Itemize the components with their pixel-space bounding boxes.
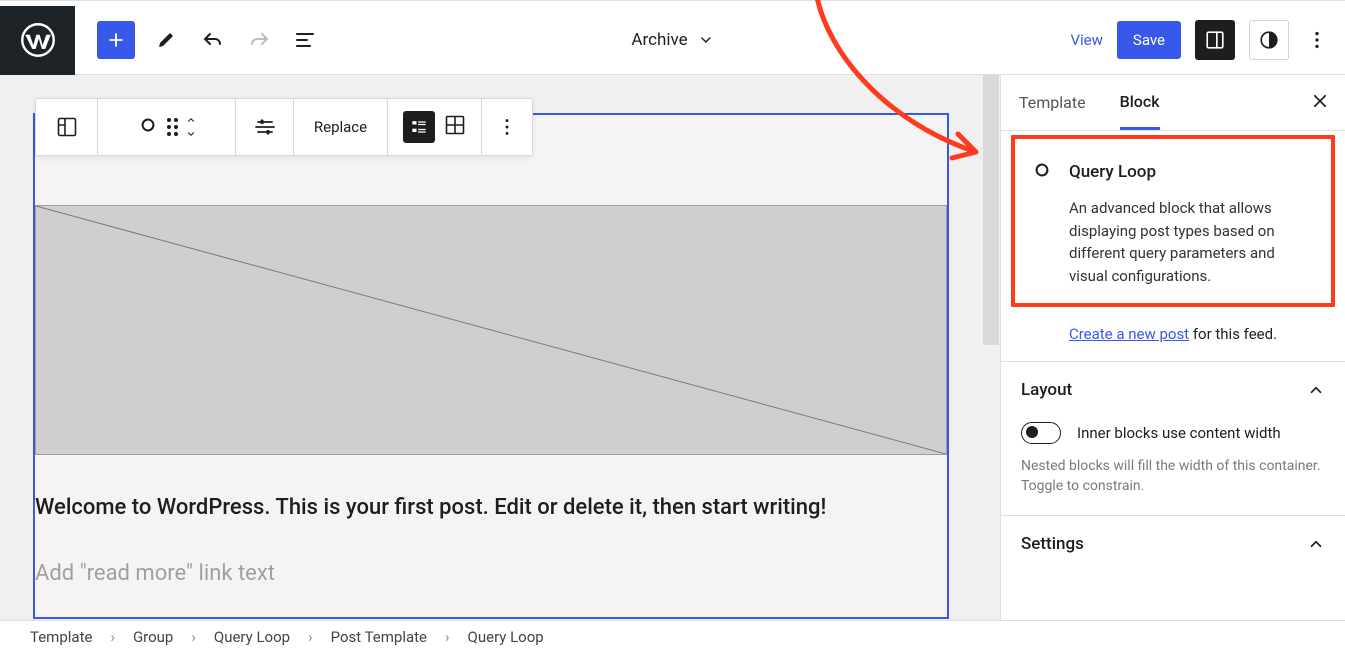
display-layout-group: [388, 99, 482, 155]
block-info-panel: Query Loop An advanced block that allows…: [1011, 135, 1335, 307]
block-toolbar: Replace: [35, 98, 533, 156]
settings-panel-toggle[interactable]: Settings: [1021, 534, 1325, 554]
chevron-up-icon: [1307, 535, 1325, 553]
breadcrumb-item[interactable]: Query Loop: [468, 628, 544, 646]
chevron-right-icon: ›: [445, 628, 450, 646]
breadcrumb-item[interactable]: Template: [30, 628, 92, 646]
block-more-icon[interactable]: [482, 99, 532, 155]
breadcrumb-item[interactable]: Query Loop: [214, 628, 290, 646]
breadcrumb: Template › Group › Query Loop › Post Tem…: [0, 620, 1345, 652]
chevron-right-icon: ›: [110, 628, 115, 646]
close-sidebar-icon[interactable]: [1311, 92, 1329, 114]
wordpress-logo[interactable]: [0, 6, 75, 75]
create-post-row: Create a new post for this feed.: [1001, 307, 1345, 362]
parent-block-icon[interactable]: [36, 99, 98, 155]
drag-handle-icon[interactable]: [167, 118, 178, 136]
content-width-label: Inner blocks use content width: [1077, 424, 1281, 442]
featured-image-placeholder[interactable]: [35, 205, 947, 455]
settings-sidebar: Template Block Query Loop An advanced bl…: [1000, 75, 1345, 620]
layout-panel-toggle[interactable]: Layout: [1021, 380, 1325, 400]
sidebar-tabs: Template Block: [1001, 75, 1345, 131]
layout-panel: Layout Inner blocks use content width Ne…: [1001, 362, 1345, 516]
replace-button[interactable]: Replace: [294, 99, 388, 155]
content-width-toggle[interactable]: [1021, 422, 1061, 444]
breadcrumb-item[interactable]: Post Template: [331, 628, 427, 646]
styles-toggle[interactable]: [1249, 20, 1289, 60]
document-title: Archive: [631, 30, 687, 50]
chevron-up-icon[interactable]: [184, 115, 198, 125]
read-more-placeholder[interactable]: Add "read more" link text: [35, 561, 275, 586]
breadcrumb-item[interactable]: Group: [133, 628, 173, 646]
settings-panel: Settings: [1001, 516, 1345, 562]
scrollbar[interactable]: [983, 75, 999, 345]
post-excerpt[interactable]: Welcome to WordPress. This is your first…: [35, 495, 826, 520]
edit-tool-icon[interactable]: [153, 26, 181, 54]
add-block-button[interactable]: [97, 21, 135, 59]
list-layout-icon[interactable]: [403, 111, 435, 143]
chevron-up-icon: [1307, 381, 1325, 399]
align-settings-icon[interactable]: [236, 99, 294, 155]
editor-topbar: Archive View Save: [0, 6, 1345, 75]
chevron-down-icon: [698, 32, 714, 48]
list-view-icon[interactable]: [291, 26, 319, 54]
more-options-icon[interactable]: [1303, 26, 1331, 54]
block-description: An advanced block that allows displaying…: [1029, 197, 1317, 287]
layout-title: Layout: [1021, 380, 1072, 400]
view-link[interactable]: View: [1070, 31, 1102, 49]
undo-icon[interactable]: [199, 26, 227, 54]
grid-layout-icon[interactable]: [443, 113, 467, 141]
create-post-suffix: for this feed.: [1189, 325, 1277, 343]
chevron-down-icon[interactable]: [184, 129, 198, 139]
chevron-right-icon: ›: [308, 628, 313, 646]
tab-block[interactable]: Block: [1120, 76, 1160, 130]
query-loop-icon[interactable]: [135, 112, 161, 142]
save-button[interactable]: Save: [1117, 21, 1181, 59]
settings-title: Settings: [1021, 534, 1084, 554]
tab-template[interactable]: Template: [1019, 77, 1086, 128]
settings-panel-toggle[interactable]: [1195, 20, 1235, 60]
block-name: Query Loop: [1069, 162, 1156, 182]
document-title-dropdown[interactable]: Archive: [631, 30, 713, 50]
layout-help-text: Nested blocks will fill the width of thi…: [1021, 456, 1325, 497]
move-updown[interactable]: [184, 115, 198, 139]
redo-icon: [245, 26, 273, 54]
block-type-group: [98, 99, 236, 155]
create-post-link[interactable]: Create a new post: [1069, 325, 1189, 343]
query-loop-icon: [1029, 157, 1055, 187]
chevron-right-icon: ›: [191, 628, 196, 646]
